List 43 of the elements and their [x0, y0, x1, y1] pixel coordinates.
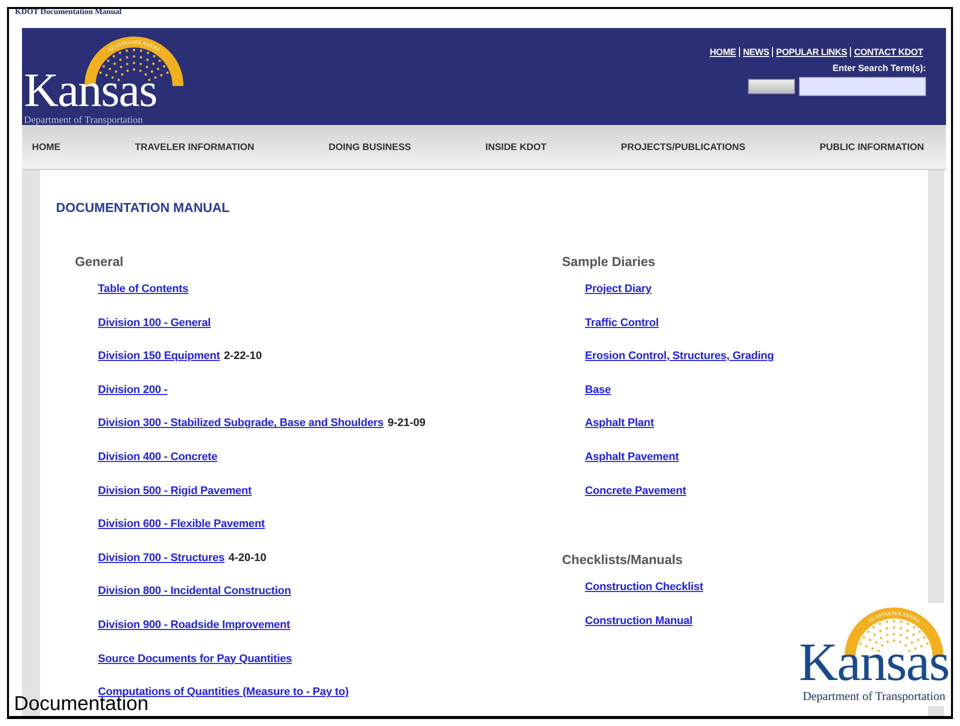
document-link[interactable]: Division 200 - [98, 384, 168, 396]
document-link[interactable]: Division 700 - Structures [98, 552, 224, 564]
date-note: 4-20-10 [228, 552, 266, 564]
document-link[interactable]: Division 900 - Roadside Improvement [98, 618, 290, 631]
document-link[interactable]: Asphalt Plant [585, 417, 654, 430]
search-label: Enter Search Term(s): [832, 63, 926, 73]
document-link[interactable]: Source Documents for Pay Quantities [98, 652, 292, 665]
document-link[interactable]: Division 300 - Stabilized Subgrade, Base and Shoulders [98, 417, 384, 430]
date-note: 2-22-10 [224, 350, 262, 362]
document-link[interactable]: Asphalt Pavement [585, 450, 679, 463]
document-link[interactable]: Construction Checklist [585, 581, 704, 594]
section-heading: Sample Diaries [562, 254, 656, 271]
page-title: DOCUMENTATION MANUAL [56, 200, 231, 215]
document-link[interactable]: Division 400 - Concrete [98, 450, 218, 463]
document-link[interactable]: Traffic Control [585, 316, 659, 329]
date-note: 9-21-09 [388, 417, 426, 430]
document-link[interactable]: Division 100 - General [98, 316, 211, 329]
document-link[interactable]: Base [585, 384, 611, 396]
top-link[interactable]: NEWS [738, 47, 772, 57]
document-link[interactable]: Erosion Control, Structures, Grading [585, 350, 774, 362]
search-button[interactable] [748, 79, 795, 94]
document-link[interactable]: Division 800 - Incidental Construction [98, 585, 292, 598]
top-link[interactable]: POPULAR LINKS [772, 47, 850, 57]
nav-item[interactable]: TRAVELER INFORMATION [134, 142, 254, 152]
logo-subtitle: Department of Transportation [802, 689, 946, 704]
document-link[interactable]: Concrete Pavement [585, 484, 686, 497]
document-link[interactable]: Division 500 - Rigid Pavement [98, 484, 252, 497]
logo-subtitle: Department of Transportation [24, 115, 143, 126]
top-link[interactable]: HOME [706, 47, 739, 57]
document-link[interactable]: Division 600 - Flexible Pavement [98, 518, 265, 530]
section-heading: General [75, 254, 124, 271]
document-link[interactable]: Project Diary [585, 283, 652, 295]
document-link[interactable]: Construction Manual [585, 614, 692, 627]
section-heading: Checklists/Manuals [562, 552, 684, 570]
nav-item[interactable]: DOING BUSINESS [328, 142, 411, 152]
nav-item[interactable]: PUBLIC INFORMATION [820, 142, 924, 152]
nav-item[interactable]: PROJECTS/PUBLICATIONS [620, 142, 746, 152]
document-link[interactable]: Table of Contents [98, 283, 188, 295]
nav-item[interactable]: INSIDE KDOT [485, 142, 547, 152]
top-link[interactable]: CONTACT KDOT [850, 47, 926, 57]
nav-item[interactable]: HOME [32, 142, 60, 152]
document-link[interactable]: Division 150 Equipment [98, 350, 220, 362]
search-field[interactable] [799, 77, 926, 96]
